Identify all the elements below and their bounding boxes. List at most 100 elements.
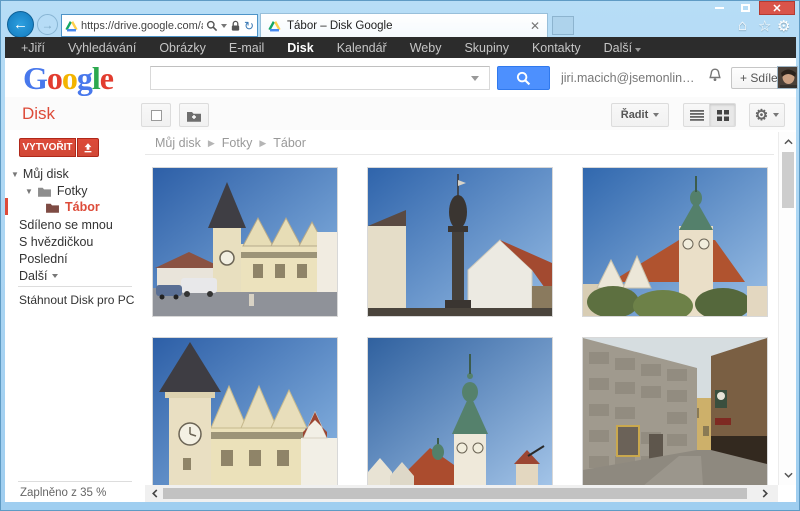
chevron-down-icon xyxy=(653,113,659,117)
nav-item-calendar[interactable]: Kalendář xyxy=(337,41,387,55)
download-drive-link[interactable]: Stáhnout Disk pro PC xyxy=(19,293,134,307)
search-options-chevron-icon[interactable] xyxy=(471,76,479,81)
search-button[interactable] xyxy=(497,66,550,90)
minimize-button[interactable] xyxy=(707,1,731,15)
sidebar-item-label: Poslední xyxy=(19,252,68,266)
breadcrumb-item-my-drive[interactable]: Můj disk xyxy=(155,136,201,150)
photo-thumbnail-4[interactable] xyxy=(152,337,338,487)
grid-view-icon xyxy=(717,110,729,121)
search-icon xyxy=(516,71,531,86)
search-icon[interactable] xyxy=(206,20,218,32)
logo-letter: e xyxy=(100,60,113,96)
photo-thumbnail-6[interactable] xyxy=(582,337,768,487)
breadcrumb-chevron-icon: ▶ xyxy=(208,138,215,149)
scroll-left-chevron-icon[interactable] xyxy=(147,485,163,502)
scroll-right-chevron-icon[interactable] xyxy=(757,485,773,502)
tab-close-icon[interactable]: ✕ xyxy=(530,19,540,33)
upload-button[interactable] xyxy=(77,138,99,157)
nav-item-sites[interactable]: Weby xyxy=(410,41,442,55)
close-window-button[interactable]: ✕ xyxy=(759,1,795,15)
create-button-label: VYTVOŘIT xyxy=(22,142,72,153)
account-email[interactable]: jiri.macich@jsemonlin… xyxy=(561,71,703,85)
maximize-button[interactable] xyxy=(733,1,757,15)
photo-thumbnail-3[interactable] xyxy=(582,167,768,317)
sidebar-item-more[interactable]: Další xyxy=(19,269,58,283)
scroll-up-chevron-icon[interactable] xyxy=(779,134,796,150)
selected-indicator xyxy=(5,198,8,215)
list-view-icon xyxy=(690,110,704,121)
sidebar-item-fotky[interactable]: ▼ Fotky xyxy=(25,184,87,198)
photo-thumbnail-2[interactable] xyxy=(367,167,553,317)
nav-item-more-label: Další xyxy=(604,41,632,55)
storage-status: Zaplněno z 35 % xyxy=(20,487,106,499)
checkbox-icon xyxy=(151,110,162,121)
browser-settings-gear-icon[interactable]: ⚙ xyxy=(777,17,790,35)
notifications-bell-icon[interactable] xyxy=(707,67,723,89)
google-header: Google jiri.macich@jsemonlin… + Sdílet xyxy=(5,58,796,97)
sidebar-item-label: Další xyxy=(19,269,47,283)
new-folder-button[interactable] xyxy=(179,103,209,127)
select-all-button[interactable] xyxy=(141,103,171,127)
nav-item-contacts[interactable]: Kontakty xyxy=(532,41,581,55)
browser-back-button[interactable]: ← xyxy=(7,11,34,38)
breadcrumb-item-fotky[interactable]: Fotky xyxy=(222,136,253,150)
share-button-label: + Sdílet xyxy=(740,71,781,85)
horizontal-scrollbar[interactable] xyxy=(145,485,778,502)
new-folder-icon xyxy=(186,109,202,122)
breadcrumb-item-tabor[interactable]: Tábor xyxy=(273,136,306,150)
expand-triangle-icon[interactable]: ▼ xyxy=(11,170,19,179)
grid-view-button[interactable] xyxy=(709,103,736,127)
nav-item-mail[interactable]: E-mail xyxy=(229,41,264,55)
sidebar-item-my-drive[interactable]: ▼ Můj disk xyxy=(11,167,69,181)
nav-item-profile[interactable]: +Jiří xyxy=(21,41,45,55)
logo-letter: g xyxy=(77,60,92,96)
nav-item-more[interactable]: Další xyxy=(604,41,641,55)
address-dropdown-icon[interactable] xyxy=(221,24,227,28)
browser-forward-button[interactable]: → xyxy=(37,14,58,35)
logo-letter: o xyxy=(62,60,77,96)
create-button[interactable]: VYTVOŘIT xyxy=(19,138,76,157)
photo-thumbnail-1[interactable] xyxy=(152,167,338,317)
drive-toolbar: Disk Řadit ⚙ xyxy=(5,97,796,130)
new-tab-button[interactable] xyxy=(552,16,574,35)
address-bar[interactable]: https://drive.google.com/a/js ↻ xyxy=(61,14,258,37)
sidebar-item-shared[interactable]: Sdíleno se mnou xyxy=(19,218,113,232)
vertical-scrollbar-thumb[interactable] xyxy=(782,152,794,208)
sidebar: VYTVOŘIT ▼ Můj disk ▼ Fotky Tábor Sdílen… xyxy=(5,130,145,502)
drive-main-area: VYTVOŘIT ▼ Můj disk ▼ Fotky Tábor Sdílen… xyxy=(5,130,796,502)
vertical-scrollbar[interactable] xyxy=(778,132,796,485)
nav-item-drive[interactable]: Disk xyxy=(287,41,313,55)
lock-icon xyxy=(230,20,241,32)
breadcrumb-chevron-icon: ▶ xyxy=(259,138,266,149)
settings-gear-button[interactable]: ⚙ xyxy=(749,103,785,127)
avatar[interactable] xyxy=(777,66,798,89)
upload-icon xyxy=(82,142,94,154)
favorites-star-icon[interactable]: ☆ xyxy=(758,17,771,35)
nav-item-images[interactable]: Obrázky xyxy=(159,41,206,55)
browser-tab[interactable]: Tábor – Disk Google ✕ xyxy=(260,13,548,38)
home-icon[interactable]: ⌂ xyxy=(738,17,747,34)
list-view-button[interactable] xyxy=(683,103,710,127)
google-nav-bar: +Jiří Vyhledávání Obrázky E-mail Disk Ka… xyxy=(5,37,796,58)
nav-item-search[interactable]: Vyhledávání xyxy=(68,41,136,55)
sidebar-item-tabor[interactable]: Tábor xyxy=(45,200,100,214)
sort-button-label: Řadit xyxy=(621,109,649,121)
horizontal-scrollbar-thumb[interactable] xyxy=(163,488,747,499)
content-divider xyxy=(145,154,774,155)
file-grid-area: Můj disk ▶ Fotky ▶ Tábor xyxy=(145,130,796,502)
sidebar-item-starred[interactable]: S hvězdičkou xyxy=(19,235,93,249)
sidebar-item-label: Můj disk xyxy=(23,167,69,181)
refresh-icon[interactable]: ↻ xyxy=(244,19,254,33)
breadcrumb: Můj disk ▶ Fotky ▶ Tábor xyxy=(155,136,306,150)
photo-thumbnail-5[interactable] xyxy=(367,337,553,487)
sidebar-item-label: S hvězdičkou xyxy=(19,235,93,249)
expand-triangle-icon[interactable]: ▼ xyxy=(25,187,33,196)
scroll-down-chevron-icon[interactable] xyxy=(779,467,796,483)
tab-favicon xyxy=(268,20,281,32)
sidebar-item-recent[interactable]: Poslední xyxy=(19,252,68,266)
sidebar-divider xyxy=(18,481,132,482)
drive-search-input[interactable] xyxy=(150,66,490,90)
chevron-down-icon xyxy=(773,113,779,117)
nav-item-groups[interactable]: Skupiny xyxy=(464,41,508,55)
sort-button[interactable]: Řadit xyxy=(611,103,669,127)
